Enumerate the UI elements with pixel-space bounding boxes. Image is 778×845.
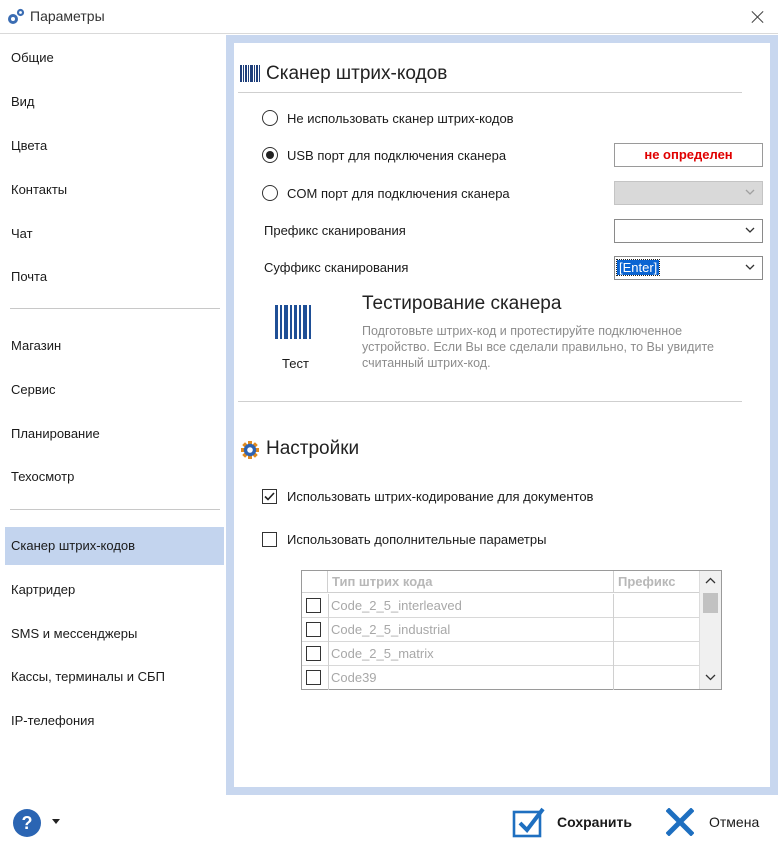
test-description: Подготовьте штрих-код и протестируйте по…: [362, 324, 714, 370]
gear-icon: [241, 441, 259, 459]
section-divider: [238, 92, 742, 93]
suffix-select[interactable]: [Enter]: [614, 256, 763, 280]
radio-no-scanner[interactable]: [262, 110, 278, 126]
table-row[interactable]: Code_2_5_industrial: [302, 618, 699, 642]
grid-header-prefix[interactable]: Префикс: [614, 571, 699, 593]
svg-text:?: ?: [22, 813, 33, 833]
sidebar-item-contacts[interactable]: Контакты: [5, 171, 224, 209]
sidebar-item-barcode-scanner[interactable]: Сканер штрих-кодов: [5, 527, 224, 565]
row-barcode-type: Code_2_5_matrix: [328, 642, 614, 666]
chevron-down-icon[interactable]: [704, 671, 717, 683]
scanner-section-title: Сканер штрих-кодов: [266, 63, 448, 84]
use-barcoding-label[interactable]: Использовать штрих-кодирование для докум…: [287, 489, 593, 504]
barcode-icon: [240, 65, 260, 82]
sidebar-item-shop[interactable]: Магазин: [5, 327, 224, 365]
sidebar-item-chat[interactable]: Чат: [5, 215, 224, 253]
radio-com-port-label[interactable]: COM порт для подключения сканера: [287, 186, 510, 201]
com-port-select: [614, 181, 763, 205]
use-extra-params-checkbox[interactable]: [262, 532, 277, 547]
sidebar-item-view[interactable]: Вид: [5, 83, 224, 121]
row-checkbox[interactable]: [306, 622, 321, 637]
footer: ? Сохранить Отмена: [0, 795, 778, 845]
save-button[interactable]: Сохранить: [510, 805, 650, 839]
usb-status-field: не определен: [614, 143, 763, 167]
radio-no-scanner-label[interactable]: Не использовать сканер штрих-кодов: [287, 111, 514, 126]
grid-header-type[interactable]: Тип штрих кода: [328, 571, 614, 593]
close-icon: [666, 808, 694, 836]
row-barcode-type: Code39: [328, 666, 614, 690]
sidebar-item-general[interactable]: Общие: [5, 39, 224, 77]
window-title: Параметры: [30, 8, 105, 24]
sidebar-divider: [10, 308, 220, 309]
gears-icon: [8, 8, 25, 24]
use-extra-params-label[interactable]: Использовать дополнительные параметры: [287, 532, 546, 547]
help-button[interactable]: ?: [12, 808, 62, 837]
sidebar-item-cash-registers[interactable]: Кассы, терминалы и СБП: [5, 658, 224, 696]
help-icon: ?: [13, 809, 41, 837]
checkmark-icon: [512, 807, 545, 838]
save-button-label: Сохранить: [557, 814, 632, 830]
cancel-button[interactable]: Отмена: [664, 805, 772, 839]
radio-com-port[interactable]: [262, 185, 278, 201]
row-barcode-type: Code_2_5_industrial: [328, 618, 614, 642]
sidebar-item-service[interactable]: Сервис: [5, 371, 224, 409]
radio-usb-port-label[interactable]: USB порт для подключения сканера: [287, 148, 506, 163]
barcode-icon: [275, 305, 311, 339]
sidebar-item-card-reader[interactable]: Картридер: [5, 571, 224, 609]
test-title: Тестирование сканера: [362, 293, 562, 314]
cancel-button-label: Отмена: [709, 814, 760, 830]
sidebar-item-inspection[interactable]: Техосмотр: [5, 458, 224, 496]
chevron-down-icon: [745, 227, 755, 233]
settings-window: Параметры Общие Вид Цвета Контакты Чат П…: [0, 0, 778, 845]
sidebar-item-mail[interactable]: Почта: [5, 258, 224, 296]
checkmark-icon: [264, 492, 275, 501]
row-checkbox[interactable]: [306, 646, 321, 661]
title-bar: Параметры: [0, 0, 778, 34]
suffix-label: Суффикс сканирования: [264, 260, 409, 275]
settings-section-title: Настройки: [266, 438, 360, 459]
table-row[interactable]: Code_2_5_matrix: [302, 642, 699, 666]
grid-header: Тип штрих кода Префикс: [302, 571, 699, 593]
test-button-label: Тест: [282, 356, 309, 371]
chevron-down-icon: [745, 189, 755, 195]
scrollbar-thumb[interactable]: [703, 593, 718, 613]
grid-scrollbar[interactable]: [699, 571, 721, 689]
sidebar-divider: [10, 509, 220, 510]
caret-down-icon: [52, 819, 60, 824]
chevron-up-icon[interactable]: [704, 575, 717, 587]
sidebar-item-sms[interactable]: SMS и мессенджеры: [5, 615, 224, 653]
sidebar: Общие Вид Цвета Контакты Чат Почта Магаз…: [0, 35, 226, 795]
table-row[interactable]: Code39: [302, 666, 699, 690]
chevron-down-icon: [745, 264, 755, 270]
suffix-select-value: [Enter]: [615, 259, 661, 276]
radio-usb-port[interactable]: [262, 147, 278, 163]
table-row[interactable]: Code_2_5_interleaved: [302, 594, 699, 618]
sidebar-item-planning[interactable]: Планирование: [5, 415, 224, 453]
row-checkbox[interactable]: [306, 598, 321, 613]
sidebar-item-colors[interactable]: Цвета: [5, 127, 224, 165]
close-window-button[interactable]: [746, 6, 770, 28]
grid-header-select: [302, 571, 328, 593]
prefix-select[interactable]: [614, 219, 763, 243]
prefix-label: Префикс сканирования: [264, 223, 406, 238]
row-barcode-type: Code_2_5_interleaved: [328, 594, 614, 618]
sidebar-item-ip-telephony[interactable]: IP-телефония: [5, 702, 224, 740]
test-button[interactable]: Тест: [272, 301, 316, 373]
row-checkbox[interactable]: [306, 670, 321, 685]
barcode-types-grid: Тип штрих кода Префикс Code_2_5_interlea…: [301, 570, 722, 690]
section-divider: [238, 401, 742, 402]
use-barcoding-checkbox[interactable]: [262, 489, 277, 504]
